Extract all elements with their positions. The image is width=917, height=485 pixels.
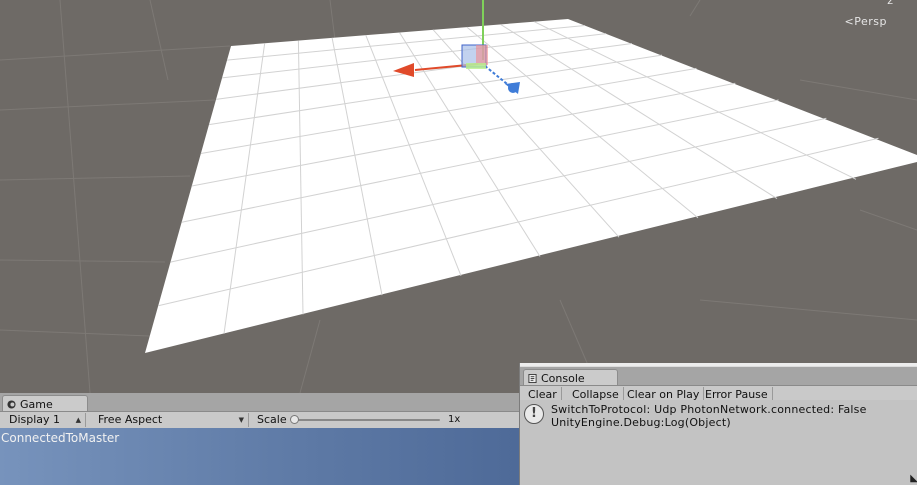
scale-label: Scale [257, 413, 287, 426]
console-panel: Console Clear Collapse Clear on Play Err… [519, 363, 917, 485]
game-panel: Game Display 1 ▲ Free Aspect ▼ Scale 1x Co… [0, 393, 519, 485]
warning-icon: ! [524, 404, 544, 424]
console-message-line-2: UnityEngine.Debug:Log(Object) [551, 416, 731, 429]
display-value: Display 1 [9, 413, 61, 426]
persp-toggle[interactable]: <Persp [845, 15, 887, 28]
scale-slider-track[interactable] [293, 419, 440, 421]
scene-axis-label: z [887, 0, 893, 7]
console-message-line-1: SwitchToProtocol: Udp PhotonNetwork.conn… [551, 403, 867, 416]
tab-console[interactable]: Console [523, 369, 618, 385]
console-tab-bar: Console [520, 366, 917, 386]
game-view[interactable]: ConnectedToMaster [0, 428, 519, 485]
scene-viewport[interactable] [0, 0, 917, 393]
game-tab-label: Game [20, 398, 53, 411]
aspect-value: Free Aspect [98, 413, 163, 426]
game-tab-bar: Game [0, 393, 519, 412]
scale-value: 1x [448, 414, 461, 425]
console-tab-icon [528, 374, 537, 383]
console-message-row[interactable]: ! SwitchToProtocol: Udp PhotonNetwork.co… [520, 400, 917, 485]
game-tab-icon [7, 400, 16, 409]
scene-view-panel[interactable]: z <Persp [0, 0, 917, 393]
tab-game[interactable]: Game [2, 395, 88, 411]
chevron-down-icon: ▼ [238, 416, 244, 424]
resize-cursor-icon: ◣ [910, 473, 917, 484]
dropdown-arrows-icon: ▲ [75, 416, 81, 424]
scale-slider-thumb[interactable] [290, 415, 299, 424]
chevron-left-icon: < [844, 15, 855, 28]
display-dropdown[interactable]: Display 1 ▲ [4, 413, 86, 427]
persp-label: Persp [854, 15, 887, 28]
console-tab-label: Console [541, 372, 585, 385]
game-toolbar: Display 1 ▲ Free Aspect ▼ Scale 1x [0, 412, 519, 429]
game-output-text: ConnectedToMaster [1, 431, 120, 445]
aspect-dropdown[interactable]: Free Aspect ▼ [93, 413, 249, 427]
